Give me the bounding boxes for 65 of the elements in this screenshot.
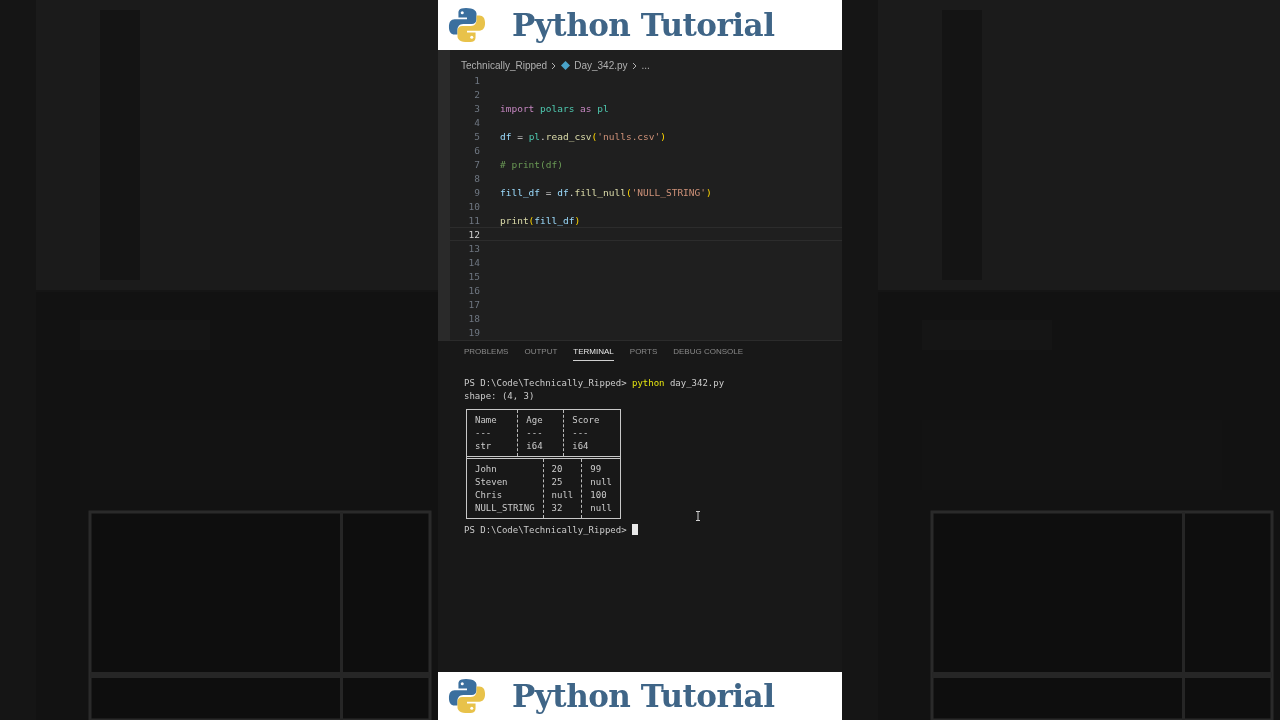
panel-tab[interactable]: PORTS: [629, 347, 658, 361]
column-header: Score: [572, 414, 601, 427]
line-number: 15: [467, 270, 480, 282]
line-number: 8: [473, 172, 480, 184]
chevron-icon: [631, 61, 638, 70]
terminal-prompt: PS D:\Code\Technically_Ripped>: [464, 525, 627, 535]
banner-title: Python Tutorial: [512, 678, 775, 714]
line-number: 3: [473, 102, 480, 114]
line-number: 13: [467, 242, 480, 254]
line-number: 18: [467, 312, 480, 324]
line-number: 5: [473, 130, 480, 142]
text-cursor-icon: [695, 511, 701, 521]
table-cell-text: Steven: [475, 476, 509, 489]
table-cell: null: [590, 476, 612, 489]
line-number: 11: [467, 214, 480, 226]
panel-tab[interactable]: PROBLEMS: [464, 347, 509, 361]
table-cell: NULL_STRING: [475, 502, 535, 515]
code-line: print(fill_df): [500, 214, 581, 226]
table-cell: null: [551, 489, 574, 502]
banner-title: Python Tutorial: [512, 7, 775, 43]
code-line: fill_df = df.fill_null('NULL_STRING'): [500, 186, 712, 198]
line-number: 10: [467, 200, 480, 212]
header-rule: ---: [572, 427, 590, 440]
header-rule: ---: [475, 427, 493, 440]
column-dtype: i64: [526, 440, 544, 453]
line-number: 2: [473, 88, 480, 100]
terminal-line: PS D:\Code\Technically_Ripped> python day_342.py: [464, 377, 726, 390]
breadcrumb-item[interactable]: Technically_Ripped: [461, 60, 548, 71]
table-cell-text: John: [475, 463, 498, 476]
code-line: import polars as pl: [500, 102, 609, 114]
breadcrumb-item[interactable]: Day_342.py: [574, 60, 628, 71]
column-header: Age: [526, 414, 544, 427]
breadcrumb-item[interactable]: ...: [641, 60, 650, 71]
table-cell-text: 20: [551, 463, 564, 476]
line-number: 9: [473, 186, 480, 198]
line-number: 17: [467, 298, 480, 310]
header-rule: ---: [526, 427, 544, 440]
table-cell-text: 100: [590, 489, 608, 502]
line-number: 4: [473, 116, 480, 128]
line-number: 6: [473, 144, 480, 156]
column-dtype: i64: [572, 440, 590, 453]
line-number: 7: [473, 158, 480, 170]
line-number: 12: [467, 228, 480, 240]
python-logo-icon: [448, 6, 486, 44]
table-cell-text: 32: [551, 502, 564, 515]
panel-tab[interactable]: OUTPUT: [524, 347, 558, 361]
table-cell: null: [590, 502, 612, 515]
column-dtype: str: [475, 440, 493, 453]
line-number: 16: [467, 284, 480, 296]
column-header: Name: [475, 414, 498, 427]
line-number: 14: [467, 256, 480, 268]
terminal-line: shape: (4, 3): [464, 390, 536, 403]
code-line: # print(df): [500, 158, 563, 170]
code-line: df = pl.read_csv('nulls.csv'): [500, 130, 666, 142]
table-cell-text: 99: [590, 463, 603, 476]
table-cell-text: Chris: [475, 489, 504, 502]
line-number: 1: [473, 74, 480, 86]
terminal-cursor: [631, 524, 638, 535]
line-number: 19: [467, 326, 480, 338]
python-file-icon: [561, 61, 571, 70]
chevron-icon: [551, 61, 558, 70]
panel-tab[interactable]: DEBUG CONSOLE: [673, 347, 744, 361]
python-logo-icon: [448, 677, 486, 715]
table-cell-text: 25: [551, 476, 564, 489]
panel-tab[interactable]: TERMINAL: [573, 347, 614, 361]
